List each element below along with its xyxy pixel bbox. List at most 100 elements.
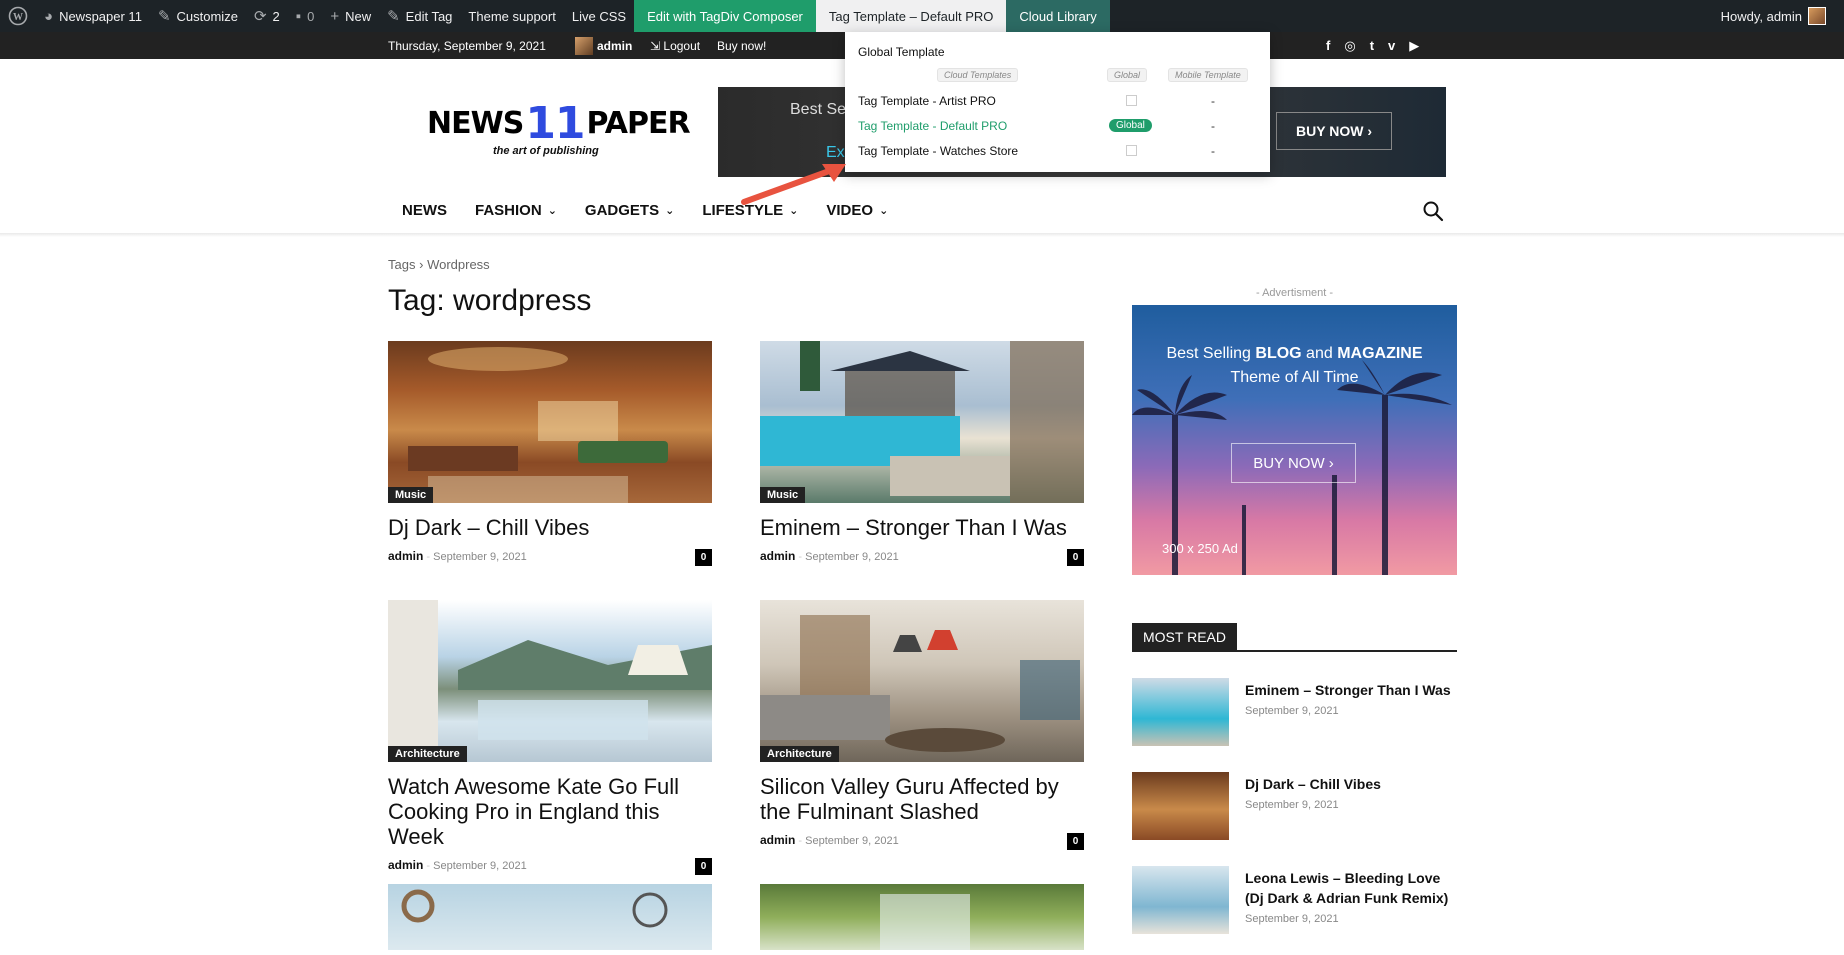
- logo-number: 11: [525, 97, 585, 149]
- post-author[interactable]: admin: [760, 549, 795, 563]
- post-title[interactable]: Eminem – Stronger Than I Was: [760, 515, 1084, 540]
- comment-count[interactable]: 0: [695, 549, 712, 566]
- page-title: Tag: wordpress: [388, 284, 592, 317]
- svg-text:W: W: [13, 12, 23, 23]
- edit-tag-button[interactable]: ✎ Edit Tag: [379, 0, 460, 32]
- vimeo-icon[interactable]: v: [1388, 38, 1395, 54]
- buy-now-link[interactable]: Buy now!: [717, 39, 766, 53]
- breadcrumb-separator: ›: [419, 257, 424, 272]
- chevron-down-icon: ⌄: [879, 205, 889, 217]
- global-header: Global: [1107, 68, 1148, 82]
- comment-count[interactable]: 0: [1067, 549, 1084, 566]
- social-icons: f ◎ t v ▶: [1326, 38, 1419, 54]
- pencil-icon: ✎: [387, 8, 400, 25]
- global-template-item[interactable]: Global Template: [858, 45, 945, 59]
- category-badge[interactable]: Music: [388, 487, 434, 503]
- banner-buy-button[interactable]: BUY NOW ›: [1276, 112, 1392, 150]
- new-content-button[interactable]: + New: [322, 0, 379, 32]
- global-checkbox[interactable]: [1126, 95, 1137, 106]
- site-name-menu[interactable]: ◕ Newspaper 11: [36, 0, 150, 32]
- customize-button[interactable]: ✎ Customize: [150, 0, 246, 32]
- post-thumbnail[interactable]: Architecture: [760, 600, 1084, 762]
- nav-item-fashion[interactable]: FASHION ⌄: [461, 196, 571, 226]
- wordpress-logo-button[interactable]: W: [0, 0, 36, 32]
- post-title[interactable]: Dj Dark – Chill Vibes: [388, 515, 712, 540]
- post-thumbnail[interactable]: Architecture: [388, 600, 712, 762]
- most-read-thumbnail[interactable]: [1132, 678, 1229, 746]
- post-card[interactable]: Architecture Watch Awesome Kate Go Full …: [388, 600, 712, 876]
- most-read-item[interactable]: Leona Lewis – Bleeding Love (Dj Dark & A…: [1132, 866, 1457, 936]
- updates-button[interactable]: ⟳ 2: [246, 0, 288, 32]
- post-meta: admin - September 9, 2021 0: [760, 549, 1084, 567]
- post-thumbnail[interactable]: Music: [388, 341, 712, 503]
- theme-support-link[interactable]: Theme support: [460, 0, 563, 32]
- live-css-link[interactable]: Live CSS: [564, 0, 634, 32]
- post-card[interactable]: Architecture Silicon Valley Guru Affecte…: [760, 600, 1084, 851]
- most-read-item[interactable]: Dj Dark – Chill Vibes September 9, 2021: [1132, 772, 1457, 842]
- youtube-icon[interactable]: ▶: [1409, 38, 1419, 54]
- ad-text: Best Selling: [1166, 345, 1256, 362]
- top-user-link[interactable]: admin: [575, 37, 632, 55]
- mobile-value: -: [1211, 144, 1215, 158]
- site-logo[interactable]: NEWS 11 PAPER the art of publishing: [427, 97, 691, 157]
- search-icon[interactable]: [1422, 200, 1444, 222]
- most-read-date: September 9, 2021: [1245, 705, 1339, 717]
- pool-illustration: [760, 341, 1084, 503]
- category-badge[interactable]: Music: [760, 487, 806, 503]
- sidebar-ad[interactable]: Best Selling BLOG and MAGAZINE Theme of …: [1132, 305, 1457, 575]
- post-title[interactable]: Silicon Valley Guru Affected by the Fulm…: [760, 774, 1084, 824]
- category-badge[interactable]: Architecture: [388, 746, 467, 762]
- most-read-thumbnail[interactable]: [1132, 866, 1229, 934]
- post-author[interactable]: admin: [388, 549, 423, 563]
- mobile-value: -: [1211, 119, 1215, 133]
- comments-button[interactable]: ▪ 0: [288, 0, 323, 32]
- template-row-default[interactable]: Tag Template - Default PRO: [858, 119, 1007, 133]
- most-read-title[interactable]: Eminem – Stronger Than I Was: [1245, 680, 1457, 700]
- post-date: September 9, 2021: [805, 551, 899, 563]
- nav-item-news[interactable]: NEWS: [388, 196, 461, 226]
- most-read-title[interactable]: Dj Dark – Chill Vibes: [1245, 774, 1457, 794]
- global-checkbox[interactable]: [1126, 145, 1137, 156]
- post-author[interactable]: admin: [760, 833, 795, 847]
- new-label: New: [345, 8, 372, 24]
- nav-item-gadgets[interactable]: GADGETS ⌄: [571, 196, 688, 226]
- post-card[interactable]: Music Dj Dark – Chill Vibes admin - Sept…: [388, 341, 712, 567]
- twitter-icon[interactable]: t: [1370, 38, 1374, 54]
- post-title[interactable]: Watch Awesome Kate Go Full Cooking Pro i…: [388, 774, 712, 849]
- facebook-icon[interactable]: f: [1326, 38, 1330, 54]
- logout-link[interactable]: ⇲ Logout: [650, 39, 700, 53]
- post-card[interactable]: Music Eminem – Stronger Than I Was admin…: [760, 341, 1084, 567]
- logo-word2: PAPER: [586, 106, 691, 141]
- dashboard-icon: ◕: [44, 7, 54, 25]
- tag-template-menu[interactable]: Tag Template – Default PRO: [815, 0, 1007, 32]
- template-row-watches[interactable]: Tag Template - Watches Store: [858, 144, 1018, 158]
- post-thumbnail[interactable]: [388, 884, 712, 950]
- plus-icon: +: [330, 7, 340, 25]
- instagram-icon[interactable]: ◎: [1344, 38, 1355, 54]
- top-user-label: admin: [597, 39, 633, 53]
- template-row-artist[interactable]: Tag Template - Artist PRO: [858, 94, 996, 108]
- most-read-title: MOST READ: [1132, 623, 1237, 651]
- logo-wordmark: NEWS 11 PAPER: [427, 97, 691, 149]
- breadcrumb-root[interactable]: Tags: [388, 257, 415, 272]
- cloud-library-button[interactable]: Cloud Library: [1006, 0, 1110, 32]
- mobile-template-header: Mobile Template: [1168, 68, 1248, 82]
- edit-with-composer-button[interactable]: Edit with TagDiv Composer: [634, 0, 816, 32]
- nav-label: GADGETS: [584, 202, 660, 219]
- advertisement-label: - Advertisment -: [1255, 287, 1334, 299]
- my-account-menu[interactable]: Howdy, admin: [1713, 0, 1844, 32]
- post-author[interactable]: admin: [388, 858, 423, 872]
- greenhouse-illustration: [880, 894, 970, 950]
- admin-bar: W ◕ Newspaper 11 ✎ Customize ⟳ 2 ▪ 0 + New ✎ E…: [0, 0, 1844, 32]
- post-thumbnail[interactable]: [760, 884, 1084, 950]
- comment-count[interactable]: 0: [695, 858, 712, 875]
- post-thumbnail[interactable]: Music: [760, 341, 1084, 503]
- category-badge[interactable]: Architecture: [760, 746, 839, 762]
- comment-count[interactable]: 0: [1067, 833, 1084, 850]
- most-read-item[interactable]: Eminem – Stronger Than I Was September 9…: [1132, 678, 1457, 748]
- ad-buy-button[interactable]: BUY NOW ›: [1231, 443, 1356, 483]
- most-read-title[interactable]: Leona Lewis – Bleeding Love (Dj Dark & A…: [1245, 868, 1457, 908]
- living-room-illustration: [760, 615, 1080, 752]
- most-read-thumbnail[interactable]: [1132, 772, 1229, 840]
- most-read-date: September 9, 2021: [1245, 799, 1339, 811]
